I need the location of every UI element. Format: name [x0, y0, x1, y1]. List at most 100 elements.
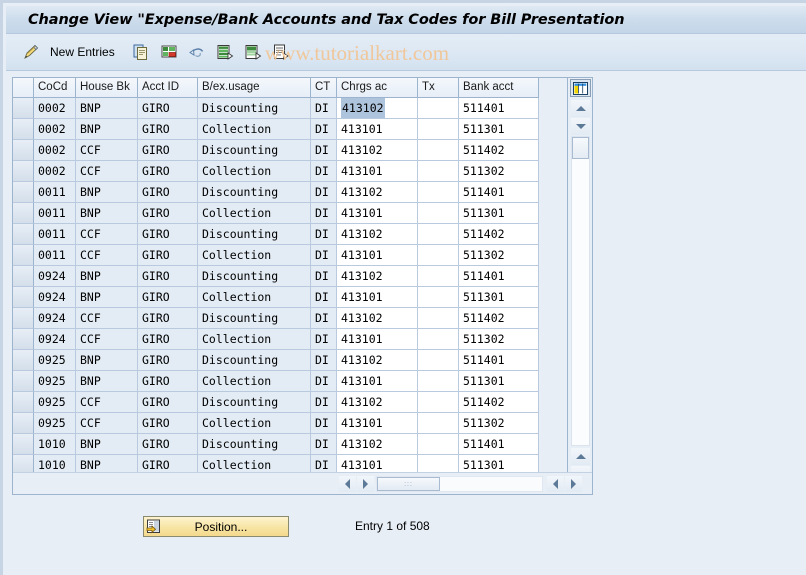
- cell-acct_id[interactable]: GIRO: [138, 161, 198, 182]
- cell-cocd[interactable]: 0011: [34, 245, 76, 266]
- deselect-all-icon[interactable]: [242, 41, 264, 63]
- row-select-box[interactable]: [13, 203, 34, 224]
- cell-house_bk[interactable]: CCF: [76, 392, 138, 413]
- cell-ct[interactable]: DI: [311, 434, 337, 455]
- row-select-box[interactable]: [13, 161, 34, 182]
- cell-cocd[interactable]: 0925: [34, 371, 76, 392]
- cell-tx[interactable]: [418, 371, 459, 392]
- hscroll-right-button[interactable]: [357, 476, 374, 492]
- cell-house_bk[interactable]: CCF: [76, 245, 138, 266]
- cell-chrgs_ac[interactable]: 413101: [337, 203, 418, 224]
- cell-cocd[interactable]: 0924: [34, 308, 76, 329]
- vertical-scrollbar[interactable]: [567, 78, 592, 494]
- position-button[interactable]: Position...: [143, 516, 289, 537]
- cell-acct_id[interactable]: GIRO: [138, 245, 198, 266]
- horizontal-scrollbar[interactable]: :::: [13, 472, 592, 494]
- table-row[interactable]: 0002 CCF GIRO Discounting DI 413102 511402: [13, 140, 568, 161]
- undo-icon[interactable]: [186, 41, 208, 63]
- column-header-bank_acct[interactable]: Bank acct: [459, 78, 539, 98]
- vertical-scroll-track[interactable]: [571, 136, 590, 446]
- cell-bex[interactable]: Collection: [198, 329, 311, 350]
- row-select-box[interactable]: [13, 266, 34, 287]
- row-select-box[interactable]: [13, 224, 34, 245]
- cell-house_bk[interactable]: CCF: [76, 161, 138, 182]
- cell-cocd[interactable]: 0002: [34, 161, 76, 182]
- row-select-box[interactable]: [13, 287, 34, 308]
- cell-tx[interactable]: [418, 161, 459, 182]
- column-header-chrgs_ac[interactable]: Chrgs ac: [337, 78, 418, 98]
- cell-ct[interactable]: DI: [311, 119, 337, 140]
- row-select-box[interactable]: [13, 308, 34, 329]
- cell-house_bk[interactable]: CCF: [76, 224, 138, 245]
- row-select-box[interactable]: [13, 413, 34, 434]
- cell-chrgs_ac[interactable]: 413101: [337, 287, 418, 308]
- cell-chrgs_ac[interactable]: 413101: [337, 245, 418, 266]
- cell-chrgs_ac[interactable]: 413101: [337, 329, 418, 350]
- cell-cocd[interactable]: 0002: [34, 119, 76, 140]
- cell-bex[interactable]: Collection: [198, 371, 311, 392]
- cell-acct_id[interactable]: GIRO: [138, 98, 198, 119]
- horizontal-scroll-thumb[interactable]: :::: [377, 477, 440, 491]
- cell-bex[interactable]: Collection: [198, 161, 311, 182]
- cell-tx[interactable]: [418, 392, 459, 413]
- select-all-icon[interactable]: [214, 41, 236, 63]
- cell-tx[interactable]: [418, 434, 459, 455]
- cell-bex[interactable]: Collection: [198, 287, 311, 308]
- horizontal-scroll-track[interactable]: :::: [376, 476, 543, 492]
- cell-tx[interactable]: [418, 224, 459, 245]
- cell-chrgs_ac[interactable]: 413102: [337, 308, 418, 329]
- cell-cocd[interactable]: 0925: [34, 413, 76, 434]
- cell-ct[interactable]: DI: [311, 140, 337, 161]
- cell-house_bk[interactable]: BNP: [76, 287, 138, 308]
- cell-bex[interactable]: Discounting: [198, 140, 311, 161]
- hscroll-first-button[interactable]: [547, 476, 564, 492]
- cell-house_bk[interactable]: BNP: [76, 182, 138, 203]
- cell-acct_id[interactable]: GIRO: [138, 224, 198, 245]
- cell-acct_id[interactable]: GIRO: [138, 182, 198, 203]
- cell-bank_acct[interactable]: 511301: [459, 119, 539, 140]
- table-row[interactable]: 0924 CCF GIRO Discounting DI 413102 511402: [13, 308, 568, 329]
- cell-acct_id[interactable]: GIRO: [138, 266, 198, 287]
- cell-cocd[interactable]: 0924: [34, 287, 76, 308]
- cell-bex[interactable]: Discounting: [198, 266, 311, 287]
- cell-ct[interactable]: DI: [311, 413, 337, 434]
- cell-bex[interactable]: Discounting: [198, 98, 311, 119]
- cell-cocd[interactable]: 0011: [34, 203, 76, 224]
- cell-house_bk[interactable]: BNP: [76, 98, 138, 119]
- cell-chrgs_ac[interactable]: 413101: [337, 161, 418, 182]
- cell-ct[interactable]: DI: [311, 266, 337, 287]
- cell-bank_acct[interactable]: 511401: [459, 182, 539, 203]
- cell-tx[interactable]: [418, 98, 459, 119]
- vertical-scroll-thumb[interactable]: [572, 137, 589, 159]
- cell-ct[interactable]: DI: [311, 287, 337, 308]
- cell-tx[interactable]: [418, 140, 459, 161]
- cell-acct_id[interactable]: GIRO: [138, 119, 198, 140]
- cell-house_bk[interactable]: BNP: [76, 119, 138, 140]
- column-header-acct_id[interactable]: Acct ID: [138, 78, 198, 98]
- cell-cocd[interactable]: 0002: [34, 140, 76, 161]
- details-icon[interactable]: [270, 41, 292, 63]
- row-select-box[interactable]: [13, 98, 34, 119]
- cell-tx[interactable]: [418, 413, 459, 434]
- table-row[interactable]: 0011 BNP GIRO Collection DI 413101 511301: [13, 203, 568, 224]
- scroll-page-up-button[interactable]: [571, 118, 590, 135]
- cell-house_bk[interactable]: CCF: [76, 329, 138, 350]
- cell-acct_id[interactable]: GIRO: [138, 203, 198, 224]
- cell-tx[interactable]: [418, 203, 459, 224]
- cell-chrgs_ac[interactable]: 413102: [337, 140, 418, 161]
- cell-tx[interactable]: [418, 329, 459, 350]
- cell-chrgs_ac[interactable]: 413101: [337, 371, 418, 392]
- cell-cocd[interactable]: 0925: [34, 350, 76, 371]
- table-row[interactable]: 0925 CCF GIRO Discounting DI 413102 511402: [13, 392, 568, 413]
- cell-tx[interactable]: [418, 245, 459, 266]
- cell-chrgs_ac[interactable]: 413102: [337, 182, 418, 203]
- cell-tx[interactable]: [418, 119, 459, 140]
- table-row[interactable]: 0924 CCF GIRO Collection DI 413101 511302: [13, 329, 568, 350]
- row-select-box[interactable]: [13, 182, 34, 203]
- hscroll-last-button[interactable]: [565, 476, 582, 492]
- cell-chrgs_ac[interactable]: 413101: [337, 413, 418, 434]
- cell-bank_acct[interactable]: 511401: [459, 98, 539, 119]
- column-header-house_bk[interactable]: House Bk: [76, 78, 138, 98]
- hscroll-left-button[interactable]: [339, 476, 356, 492]
- cell-tx[interactable]: [418, 308, 459, 329]
